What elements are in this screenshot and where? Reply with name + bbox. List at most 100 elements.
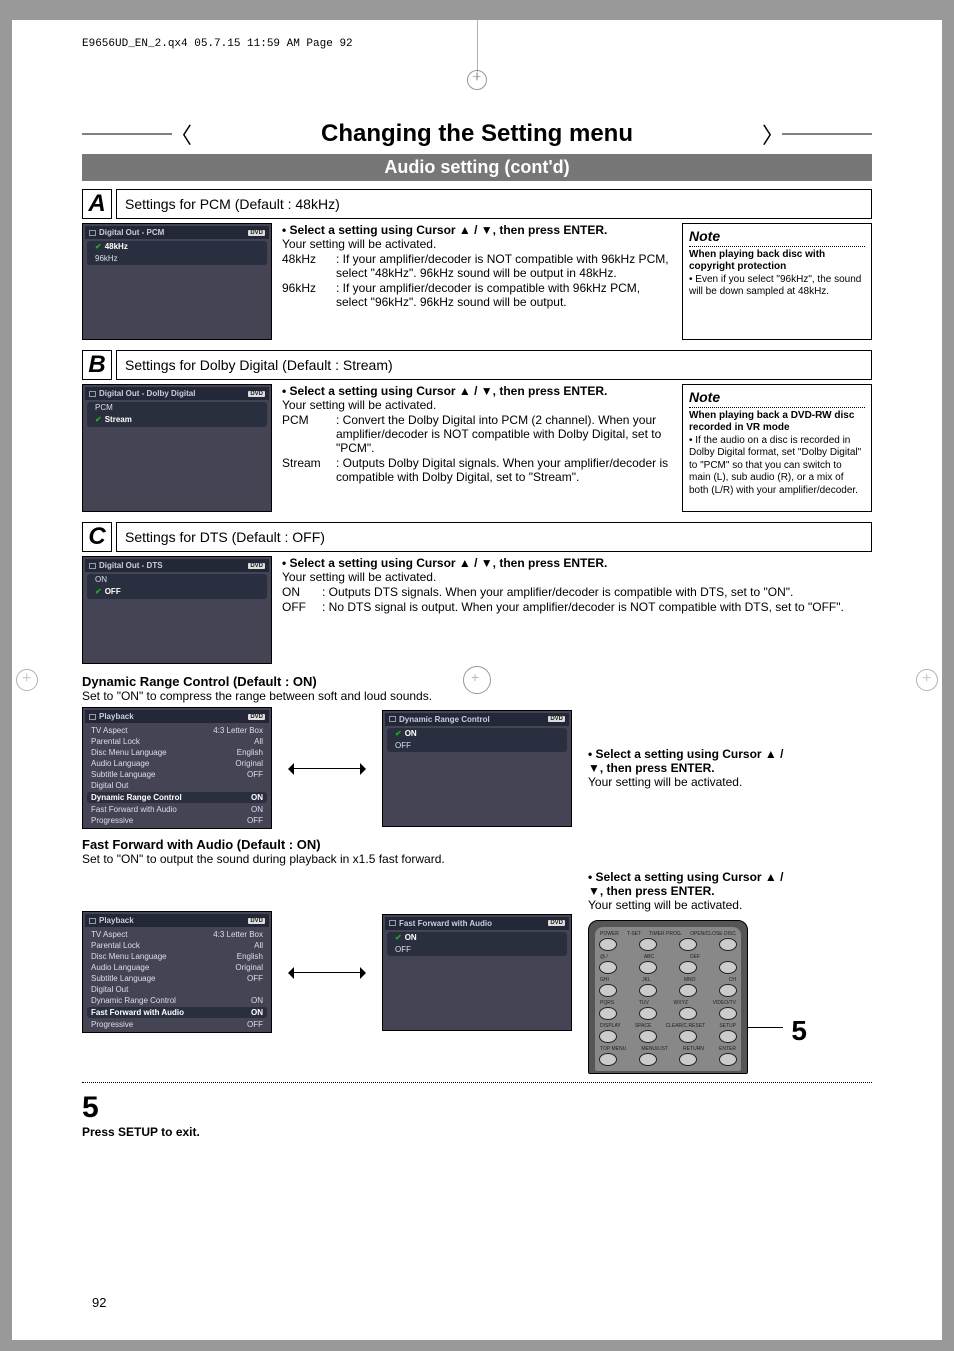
- osd-ffa: Fast Forward with AudioDVD ON OFF: [382, 914, 572, 1031]
- osd-option-off[interactable]: OFF: [389, 944, 565, 955]
- remote-button[interactable]: [719, 1007, 737, 1020]
- arrow-icon: [292, 768, 362, 769]
- ffa-instruction-bullet: • Select a setting using Cursor ▲ / ▼, t…: [588, 870, 798, 898]
- osd-row[interactable]: Subtitle LanguageOFF: [85, 769, 269, 780]
- instruction-bullet: • Select a setting using Cursor ▲ / ▼, t…: [282, 556, 872, 570]
- note-b: Note When playing back a DVD-RW disc rec…: [682, 384, 872, 512]
- osd-option-stream[interactable]: Stream: [91, 414, 263, 425]
- osd-option-48[interactable]: 48kHz: [91, 241, 263, 252]
- section-letter-c: C: [82, 522, 112, 552]
- osd-row[interactable]: TV Aspect4:3 Letter Box: [85, 929, 269, 940]
- remote-button[interactable]: [679, 961, 697, 974]
- opt-off-desc: : No DTS signal is output. When your amp…: [322, 600, 872, 614]
- section-letter-a: A: [82, 189, 112, 219]
- osd-row[interactable]: Disc Menu LanguageEnglish: [85, 747, 269, 758]
- osd-row[interactable]: Digital Out: [85, 984, 269, 995]
- osd-row[interactable]: Parental LockAll: [85, 736, 269, 747]
- osd-row[interactable]: Dynamic Range ControlON: [87, 792, 267, 803]
- section-title-a: Settings for PCM (Default : 48kHz): [116, 189, 872, 219]
- dvd-badge: DVD: [248, 563, 265, 569]
- osd-option-off[interactable]: OFF: [91, 586, 263, 597]
- remote-button[interactable]: [599, 1007, 617, 1020]
- instruction-line: Your setting will be activated.: [282, 570, 872, 584]
- remote-button[interactable]: [639, 938, 657, 951]
- crop-mark-left: [16, 669, 38, 691]
- remote-button[interactable]: [719, 1053, 737, 1066]
- osd-pcm: Digital Out - PCM DVD 48kHz 96kHz: [82, 223, 272, 340]
- note-title: Note: [689, 389, 865, 408]
- step-text: Press SETUP to exit.: [82, 1125, 872, 1139]
- osd-row[interactable]: Fast Forward with AudioON: [87, 1007, 267, 1018]
- osd-dolby: Digital Out - Dolby Digital DVD PCM Stre…: [82, 384, 272, 512]
- opt-48-label: 48kHz: [282, 252, 328, 280]
- note-title: Note: [689, 228, 865, 247]
- drc-instruction: Your setting will be activated.: [588, 775, 798, 789]
- opt-stream-desc: : Outputs Dolby Digital signals. When yo…: [336, 456, 672, 484]
- chevron-left-icon: 〈: [170, 118, 192, 150]
- remote-button[interactable]: [639, 1053, 657, 1066]
- page-number: 92: [92, 1295, 106, 1310]
- remote-button[interactable]: [679, 938, 697, 951]
- osd-row[interactable]: ProgressiveOFF: [85, 815, 269, 826]
- osd-row[interactable]: Subtitle LanguageOFF: [85, 973, 269, 984]
- osd-row[interactable]: Parental LockAll: [85, 940, 269, 951]
- crop-mark-center: [463, 666, 491, 694]
- osd-option-on[interactable]: ON: [391, 728, 563, 739]
- osd-option-pcm[interactable]: PCM: [89, 402, 265, 413]
- osd-option-on[interactable]: ON: [89, 574, 265, 585]
- crop-mark-top: [467, 70, 487, 90]
- osd-row[interactable]: Disc Menu LanguageEnglish: [85, 951, 269, 962]
- remote-button[interactable]: [719, 938, 737, 951]
- remote-button[interactable]: [599, 961, 617, 974]
- section-title-c: Settings for DTS (Default : OFF): [116, 522, 872, 552]
- remote-button[interactable]: [599, 1030, 617, 1043]
- osd-dts: Digital Out - DTS DVD ON OFF: [82, 556, 272, 664]
- opt-pcm-desc: : Convert the Dolby Digital into PCM (2 …: [336, 413, 672, 455]
- remote-button[interactable]: [679, 984, 697, 997]
- page-title: Changing the Setting menu: [321, 120, 633, 148]
- note-subtitle: When playing back a DVD-RW disc recorded…: [689, 410, 865, 435]
- osd-option-96[interactable]: 96kHz: [89, 253, 265, 264]
- osd-row[interactable]: Digital Out: [85, 780, 269, 791]
- opt-pcm-label: PCM: [282, 413, 328, 455]
- osd-option-off[interactable]: OFF: [389, 740, 565, 751]
- remote-button[interactable]: [639, 961, 657, 974]
- instruction-bullet: • Select a setting using Cursor ▲ / ▼, t…: [282, 223, 672, 237]
- remote-button[interactable]: [719, 984, 737, 997]
- dvd-badge: DVD: [248, 230, 265, 236]
- remote-button[interactable]: [599, 1053, 617, 1066]
- remote-button[interactable]: [599, 984, 617, 997]
- osd-header: Digital Out - Dolby Digital: [89, 389, 195, 398]
- note-subtitle: When playing back disc with copyright pr…: [689, 249, 865, 274]
- page-title-banner: 〈 Changing the Setting menu 〉: [82, 120, 872, 148]
- opt-on-label: ON: [282, 585, 314, 599]
- osd-row[interactable]: Audio LanguageOriginal: [85, 962, 269, 973]
- remote-button[interactable]: [599, 938, 617, 951]
- osd-row[interactable]: Fast Forward with AudioON: [85, 804, 269, 815]
- remote-button[interactable]: [719, 961, 737, 974]
- osd-option-on[interactable]: ON: [391, 932, 563, 943]
- opt-96-label: 96kHz: [282, 281, 328, 309]
- remote-button[interactable]: [679, 1030, 697, 1043]
- osd-row[interactable]: ProgressiveOFF: [85, 1019, 269, 1030]
- step-number: 5: [82, 1091, 872, 1125]
- remote-button[interactable]: [639, 1030, 657, 1043]
- remote-button[interactable]: [639, 984, 657, 997]
- section-title-b: Settings for Dolby Digital (Default : St…: [116, 350, 872, 380]
- step-5: 5 Press SETUP to exit.: [82, 1091, 872, 1139]
- callout-5: 5: [791, 1015, 807, 1047]
- callout-line: [747, 1027, 783, 1028]
- osd-row[interactable]: Audio LanguageOriginal: [85, 758, 269, 769]
- drc-instruction-bullet: • Select a setting using Cursor ▲ / ▼, t…: [588, 747, 798, 775]
- remote-button[interactable]: [639, 1007, 657, 1020]
- opt-stream-label: Stream: [282, 456, 328, 484]
- remote-button[interactable]: [679, 1053, 697, 1066]
- ffa-instruction: Your setting will be activated.: [588, 898, 798, 912]
- osd-row[interactable]: Dynamic Range ControlON: [85, 995, 269, 1006]
- remote-button[interactable]: [719, 1030, 737, 1043]
- osd-playback-ffa: PlaybackDVDTV Aspect4:3 Letter BoxParent…: [82, 911, 272, 1033]
- osd-row[interactable]: TV Aspect4:3 Letter Box: [85, 725, 269, 736]
- opt-off-label: OFF: [282, 600, 314, 614]
- dvd-badge: DVD: [248, 391, 265, 397]
- remote-button[interactable]: [679, 1007, 697, 1020]
